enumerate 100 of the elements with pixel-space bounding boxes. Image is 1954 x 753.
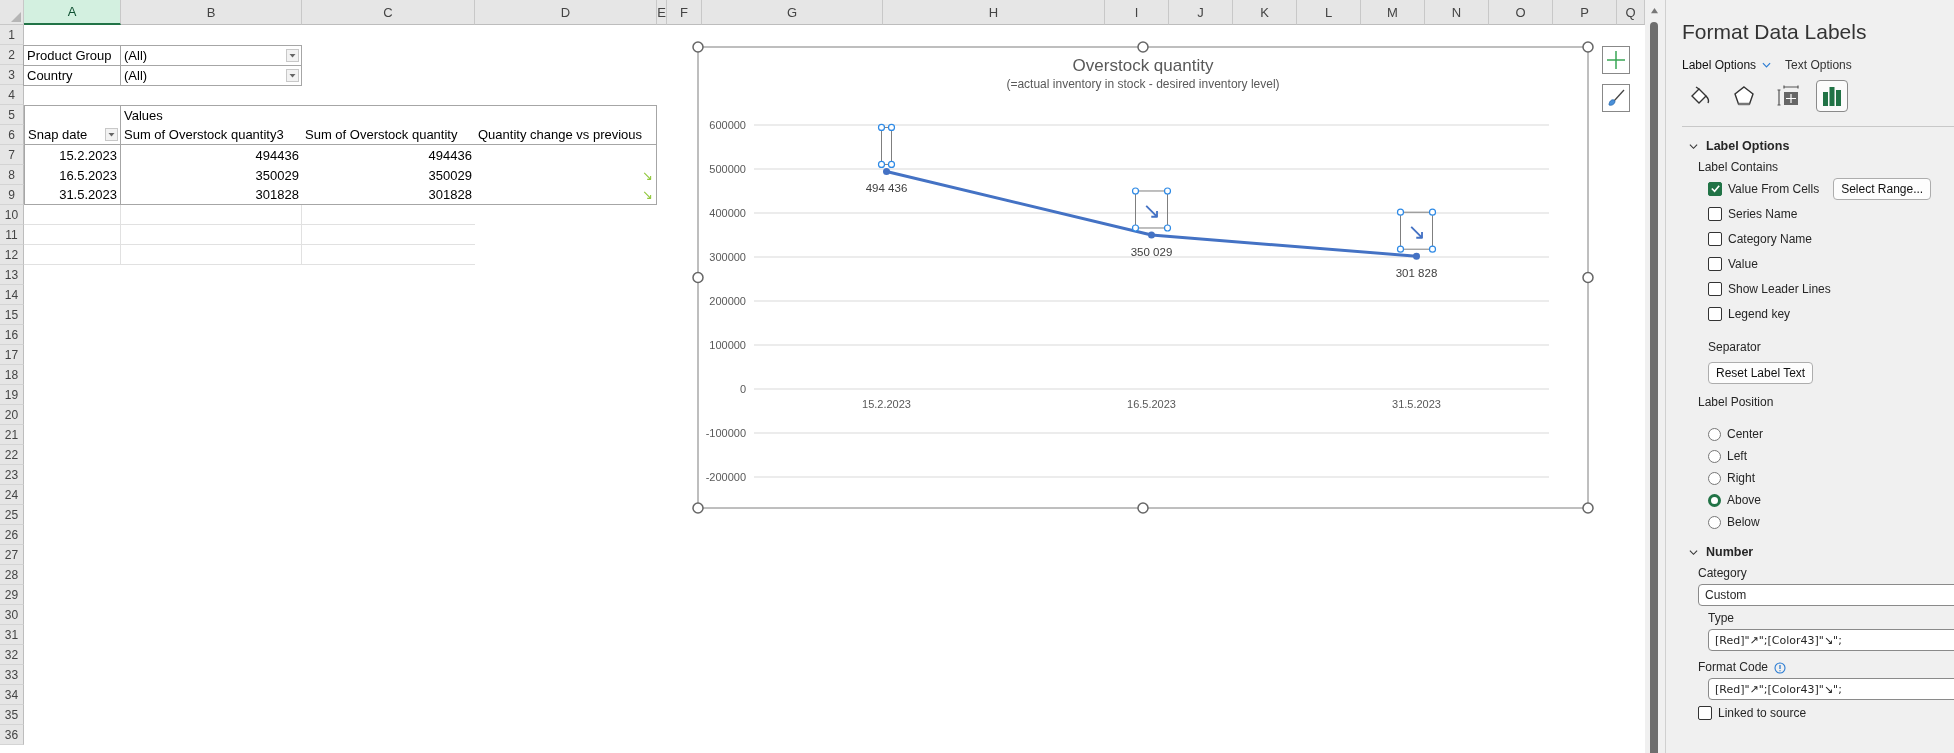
- row-header[interactable]: 20: [0, 405, 24, 425]
- row-header[interactable]: 24: [0, 485, 24, 505]
- resize-handle[interactable]: [692, 502, 704, 514]
- checkbox[interactable]: Series Name: [1708, 206, 1798, 221]
- radio-label[interactable]: Below: [1727, 515, 1760, 529]
- row-header[interactable]: 26: [0, 525, 24, 545]
- row-header[interactable]: 6: [0, 125, 24, 145]
- row-header[interactable]: 29: [0, 585, 24, 605]
- filter-dropdown[interactable]: (All): [120, 45, 302, 66]
- section-header[interactable]: Number: [1689, 543, 1954, 561]
- scrollbar-thumb[interactable]: [1650, 22, 1658, 753]
- data-label[interactable]: 350 029: [1130, 246, 1173, 258]
- filter-dropdown[interactable]: (All): [120, 65, 302, 86]
- row-header[interactable]: 11: [0, 225, 24, 245]
- row-header[interactable]: 21: [0, 425, 24, 445]
- options-tab[interactable]: Text Options: [1785, 58, 1852, 72]
- column-header[interactable]: A: [24, 0, 121, 25]
- column-header[interactable]: C: [302, 0, 475, 25]
- format-code-field[interactable]: [Red]"↗";[Color43]"↘";: [1708, 678, 1954, 700]
- filter-button-icon[interactable]: [105, 128, 118, 141]
- checkbox[interactable]: Linked to source: [1698, 706, 1954, 720]
- row-header[interactable]: 35: [0, 705, 24, 725]
- chart-elements-button[interactable]: [1602, 46, 1630, 74]
- row-header[interactable]: 25: [0, 505, 24, 525]
- selected-data-label[interactable]: [1396, 208, 1437, 253]
- resize-handle[interactable]: [692, 271, 704, 284]
- checkbox[interactable]: Value From Cells: [1708, 181, 1820, 196]
- column-header[interactable]: H: [883, 0, 1105, 25]
- row-header[interactable]: 18: [0, 365, 24, 385]
- selected-data-label[interactable]: [1131, 187, 1172, 232]
- row-header[interactable]: 31: [0, 625, 24, 645]
- column-header[interactable]: K: [1233, 0, 1297, 25]
- type-field[interactable]: [Red]"↗";[Color43]"↘";: [1708, 629, 1954, 651]
- column-header[interactable]: B: [121, 0, 302, 25]
- column-header[interactable]: E: [657, 0, 667, 25]
- radio-label[interactable]: Above: [1727, 493, 1762, 507]
- column-header[interactable]: Q: [1617, 0, 1645, 25]
- row-header[interactable]: 22: [0, 445, 24, 465]
- radio-button[interactable]: [1708, 427, 1721, 441]
- row-header[interactable]: 14: [0, 285, 24, 305]
- reset-label-text-button[interactable]: Reset Label Text: [1708, 362, 1814, 384]
- row-header[interactable]: 34: [0, 685, 24, 705]
- data-point[interactable]: [883, 167, 890, 175]
- row-header[interactable]: 30: [0, 605, 24, 625]
- category-tab[interactable]: [1816, 80, 1848, 112]
- data-point[interactable]: [1148, 231, 1155, 239]
- checkbox[interactable]: Show Leader Lines: [1708, 281, 1831, 296]
- row-header[interactable]: 8: [0, 165, 24, 185]
- column-header[interactable]: O: [1489, 0, 1553, 25]
- checkbox[interactable]: Legend key: [1708, 306, 1791, 321]
- row-header[interactable]: 28: [0, 565, 24, 585]
- row-header[interactable]: 7: [0, 145, 24, 165]
- resize-handle[interactable]: [1582, 41, 1594, 53]
- row-header[interactable]: 15: [0, 305, 24, 325]
- row-header[interactable]: 19: [0, 385, 24, 405]
- options-tab[interactable]: Label Options: [1682, 58, 1772, 72]
- checkbox[interactable]: Category Name: [1708, 231, 1813, 246]
- column-header[interactable]: P: [1553, 0, 1617, 25]
- column-header[interactable]: I: [1105, 0, 1169, 25]
- category-dropdown[interactable]: Custom: [1698, 584, 1954, 606]
- row-header[interactable]: 36: [0, 725, 24, 745]
- column-header[interactable]: F: [667, 0, 702, 25]
- row-header[interactable]: 23: [0, 465, 24, 485]
- row-header[interactable]: 4: [0, 85, 24, 105]
- row-header[interactable]: 33: [0, 665, 24, 685]
- row-header[interactable]: 16: [0, 325, 24, 345]
- column-header[interactable]: J: [1169, 0, 1233, 25]
- row-header[interactable]: 1: [0, 25, 24, 45]
- select-range-button[interactable]: Select Range...: [1833, 177, 1932, 200]
- resize-handle[interactable]: [692, 41, 704, 53]
- row-header[interactable]: 5: [0, 105, 24, 125]
- radio-button[interactable]: [1708, 471, 1721, 485]
- radio-button[interactable]: [1708, 493, 1721, 507]
- chart-styles-button[interactable]: [1602, 84, 1630, 112]
- radio-label[interactable]: Center: [1727, 427, 1764, 441]
- checkbox[interactable]: Value: [1708, 256, 1758, 271]
- column-header[interactable]: L: [1297, 0, 1361, 25]
- resize-handle[interactable]: [1137, 41, 1149, 53]
- scroll-up-icon[interactable]: [1650, 7, 1659, 14]
- data-label[interactable]: 494 436: [865, 182, 908, 195]
- row-header[interactable]: 9: [0, 185, 24, 205]
- column-header[interactable]: N: [1425, 0, 1489, 25]
- resize-handle[interactable]: [1582, 502, 1594, 514]
- column-header[interactable]: G: [702, 0, 883, 25]
- row-header[interactable]: 17: [0, 345, 24, 365]
- row-header[interactable]: 2: [0, 45, 24, 65]
- resize-handle[interactable]: [1137, 502, 1149, 514]
- column-header[interactable]: M: [1361, 0, 1425, 25]
- row-header[interactable]: 12: [0, 245, 24, 265]
- row-header[interactable]: 32: [0, 645, 24, 665]
- radio-button[interactable]: [1708, 449, 1721, 463]
- row-header[interactable]: 27: [0, 545, 24, 565]
- row-header[interactable]: 13: [0, 265, 24, 285]
- data-point[interactable]: [1413, 252, 1420, 260]
- selected-data-label[interactable]: [877, 123, 896, 169]
- radio-label[interactable]: Right: [1727, 471, 1755, 485]
- row-header[interactable]: 10: [0, 205, 24, 225]
- section-header[interactable]: Label Options: [1689, 137, 1954, 155]
- row-header[interactable]: 3: [0, 65, 24, 85]
- column-header[interactable]: D: [475, 0, 657, 25]
